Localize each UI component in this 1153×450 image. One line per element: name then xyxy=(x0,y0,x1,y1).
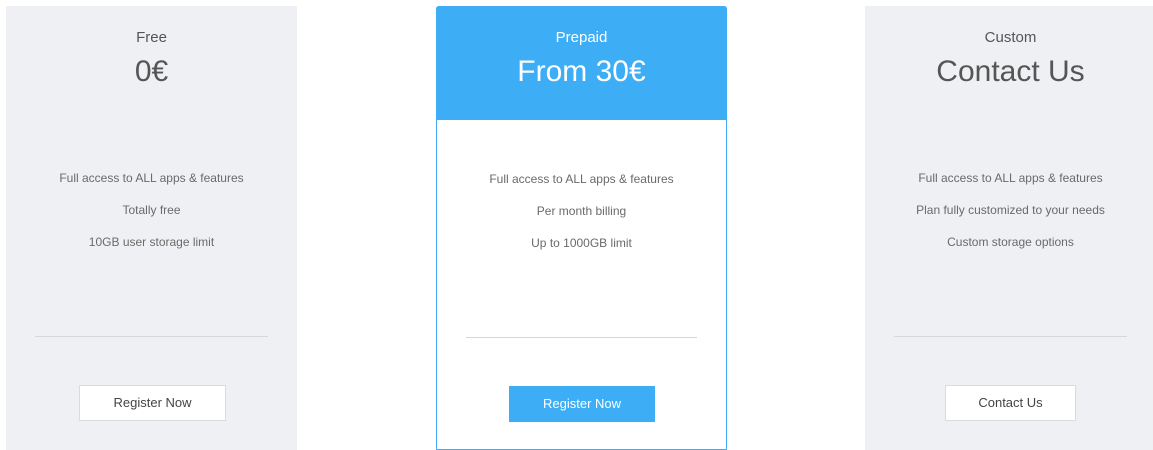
pricing-card-free: Free 0€ Full access to ALL apps & featur… xyxy=(6,6,297,450)
plan-price: Contact Us xyxy=(936,55,1085,88)
plan-price: 0€ xyxy=(134,55,169,88)
pricing-card-custom: Custom Contact Us Full access to ALL app… xyxy=(865,6,1153,450)
register-now-button[interactable]: Register Now xyxy=(509,386,655,422)
feature-list: Full access to ALL apps & features Per m… xyxy=(437,163,726,259)
feature-item: Full access to ALL apps & features xyxy=(59,171,244,185)
pricing-card-header: Custom Contact Us xyxy=(865,6,1153,120)
pricing-card-header: Prepaid From 30€ xyxy=(436,6,727,120)
pricing-card-header: Free 0€ xyxy=(6,6,297,120)
plan-name: Free xyxy=(136,29,167,46)
plan-name: Custom xyxy=(984,29,1037,46)
feature-item: Plan fully customized to your needs xyxy=(916,203,1105,217)
feature-item: 10GB user storage limit xyxy=(88,235,215,249)
divider xyxy=(466,337,697,338)
plan-price: From 30€ xyxy=(517,55,646,88)
pricing-section: Free 0€ Full access to ALL apps & featur… xyxy=(0,0,1153,450)
plan-name: Prepaid xyxy=(555,29,608,46)
contact-us-button[interactable]: Contact Us xyxy=(945,385,1076,421)
divider xyxy=(35,336,268,337)
pricing-card-prepaid: Prepaid From 30€ Full access to ALL apps… xyxy=(436,6,727,450)
feature-list: Full access to ALL apps & features Plan … xyxy=(865,162,1153,258)
register-now-button[interactable]: Register Now xyxy=(79,385,226,421)
feature-list: Full access to ALL apps & features Total… xyxy=(6,162,297,258)
feature-item: Full access to ALL apps & features xyxy=(489,172,674,186)
feature-item: Full access to ALL apps & features xyxy=(918,171,1103,185)
divider xyxy=(894,336,1127,337)
feature-item: Totally free xyxy=(122,203,181,217)
feature-item: Up to 1000GB limit xyxy=(531,236,632,250)
feature-item: Custom storage options xyxy=(947,235,1074,249)
feature-item: Per month billing xyxy=(536,204,627,218)
